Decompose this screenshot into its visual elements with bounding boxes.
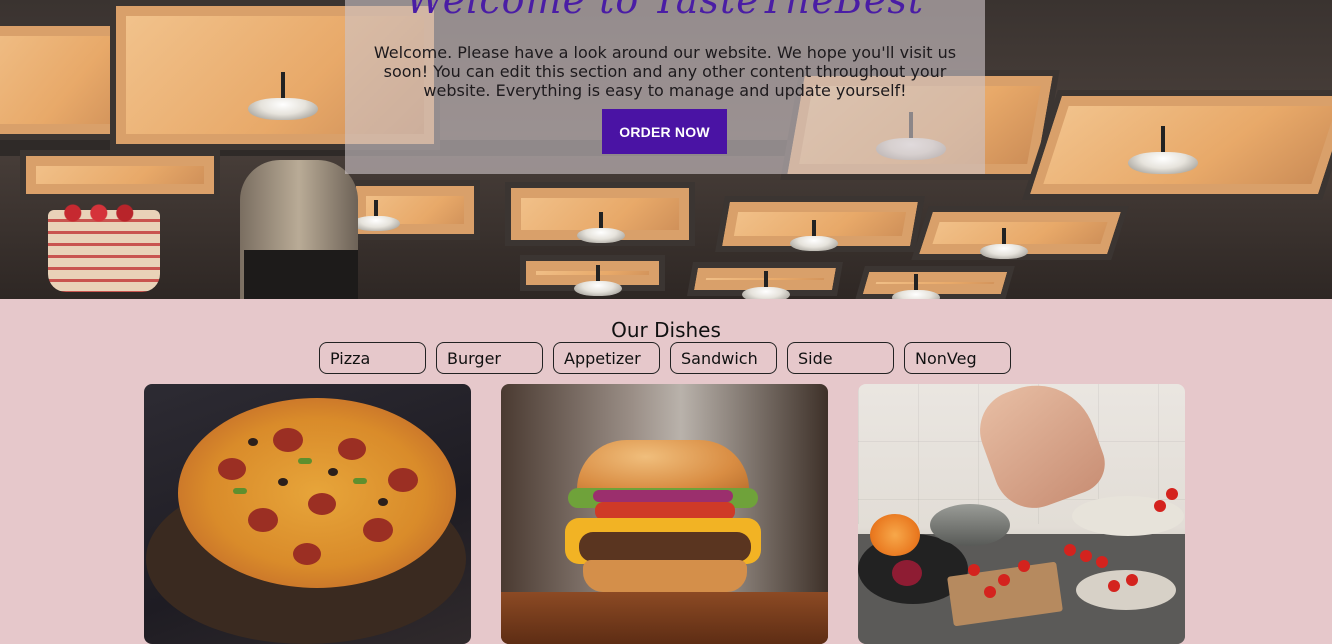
ceiling-lamp-icon <box>742 271 790 299</box>
ceiling-lamp-icon <box>577 212 625 243</box>
dish-filter-bar: Pizza Burger Appetizer Sandwich Side Non… <box>319 342 1011 374</box>
ceiling-lamp-icon <box>892 274 940 299</box>
decor-pillar-base <box>244 250 358 299</box>
pepperoni <box>293 543 321 565</box>
hero-description: Welcome. Please have a look around our w… <box>373 43 957 100</box>
olive <box>278 478 288 486</box>
filter-sandwich-button[interactable]: Sandwich <box>670 342 777 374</box>
olive <box>378 498 388 506</box>
cherry-tomato <box>1166 488 1178 500</box>
cherry-tomato <box>1096 556 1108 568</box>
pepperoni <box>273 428 303 452</box>
hero-banner: Welcome to TasteTheBest Welcome. Please … <box>0 0 1332 299</box>
filter-burger-button[interactable]: Burger <box>436 342 543 374</box>
hero-title: Welcome to TasteTheBest <box>405 0 925 22</box>
olive <box>328 468 338 476</box>
cherry-tomato <box>1126 574 1138 586</box>
dish-card-appetizer[interactable] <box>858 384 1185 644</box>
pepperoni <box>363 518 393 542</box>
cherry-tomato <box>1108 580 1120 592</box>
burger-onion <box>593 490 733 502</box>
orange-half <box>870 514 920 556</box>
burger-bun-bottom <box>583 560 747 592</box>
dishes-section-title: Our Dishes <box>611 318 721 342</box>
pepperoni <box>388 468 418 492</box>
pepperoni <box>248 508 278 532</box>
cherry-tomato <box>1064 544 1076 556</box>
burger-patty <box>579 532 751 562</box>
apples <box>52 204 156 222</box>
apple-basket <box>48 210 160 292</box>
cherry-tomato <box>1018 560 1030 572</box>
ceiling-lamp-icon <box>790 220 838 251</box>
wooden-board <box>501 592 828 644</box>
ceiling-lamp-icon <box>1128 126 1198 174</box>
filter-side-button[interactable]: Side <box>787 342 894 374</box>
ceiling-lamp-icon <box>248 72 318 120</box>
green-pepper <box>298 458 312 464</box>
pepperoni <box>308 493 336 515</box>
cherry-tomato <box>1080 550 1092 562</box>
cherry-tomato <box>1154 500 1166 512</box>
dish-card-burger[interactable] <box>501 384 828 644</box>
beet <box>892 560 922 586</box>
pizza-image <box>178 398 456 588</box>
order-now-button[interactable]: ORDER NOW <box>602 109 727 154</box>
ceiling-lamp-icon <box>352 200 400 231</box>
cherry-tomato <box>998 574 1010 586</box>
pepperoni <box>218 458 246 480</box>
ceiling-panel <box>20 150 220 200</box>
dish-card-pizza[interactable] <box>144 384 471 644</box>
pepperoni <box>338 438 366 460</box>
ceiling-lamp-icon <box>574 265 622 296</box>
filter-pizza-button[interactable]: Pizza <box>319 342 426 374</box>
cherry-tomato <box>968 564 980 576</box>
ceiling-lamp-icon <box>980 228 1028 259</box>
filter-nonveg-button[interactable]: NonVeg <box>904 342 1011 374</box>
filter-appetizer-button[interactable]: Appetizer <box>553 342 660 374</box>
olive <box>248 438 258 446</box>
ceiling-panel <box>1022 90 1332 200</box>
steel-bowl <box>930 504 1010 546</box>
cherry-tomato <box>984 586 996 598</box>
salad-plate <box>1072 496 1184 536</box>
green-pepper <box>233 488 247 494</box>
ceiling-panel <box>350 180 480 240</box>
green-pepper <box>353 478 367 484</box>
hero-welcome-panel: Welcome to TasteTheBest Welcome. Please … <box>345 0 985 174</box>
